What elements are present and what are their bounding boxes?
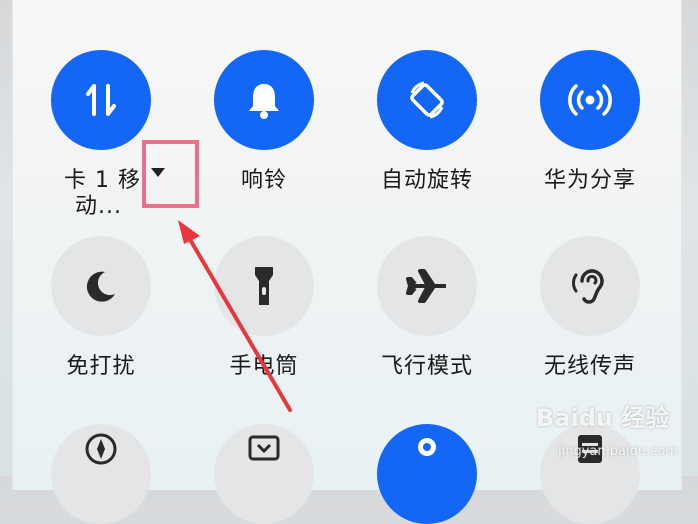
watermark-url: jingyan.baidu.com [558, 444, 678, 459]
baidu-watermark: Baidu 经验 [536, 404, 670, 432]
